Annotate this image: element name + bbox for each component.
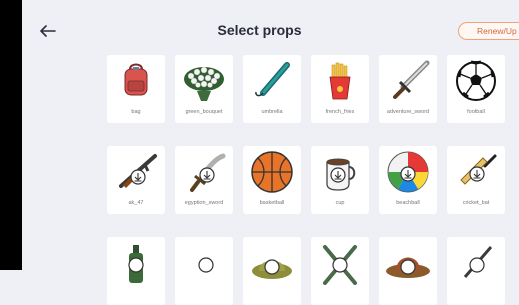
prop-card-cup[interactable]: cup bbox=[311, 146, 369, 214]
prop-card[interactable] bbox=[175, 237, 233, 305]
prop-card-adventure-sword[interactable]: adventure_sword bbox=[379, 55, 437, 123]
basketball-icon bbox=[251, 151, 293, 193]
prop-label: green_bouquet bbox=[185, 109, 223, 115]
prop-label: ak_47 bbox=[128, 200, 144, 206]
renew-button[interactable]: Renew/Up bbox=[458, 22, 519, 40]
prop-card-ak-47[interactable]: ak_47 bbox=[107, 146, 165, 214]
prop-card-basketball[interactable]: basketball bbox=[243, 146, 301, 214]
prop-label: umbrella bbox=[261, 109, 283, 115]
hat-icon bbox=[252, 259, 292, 279]
prop-card-hat[interactable] bbox=[243, 237, 301, 305]
prop-label: beachball bbox=[396, 200, 420, 206]
egyptian-sword-icon bbox=[190, 153, 226, 192]
prop-icon bbox=[463, 246, 493, 278]
prop-card[interactable] bbox=[447, 237, 505, 305]
bottle-icon bbox=[128, 245, 144, 283]
prop-card-crossed-swords[interactable] bbox=[311, 237, 369, 305]
prop-label: cup bbox=[335, 200, 345, 206]
prop-card-bottle[interactable] bbox=[107, 237, 165, 305]
prop-label: basketball bbox=[259, 200, 285, 206]
bouquet-icon bbox=[184, 66, 224, 101]
left-edge-bar bbox=[0, 0, 22, 270]
sword-icon bbox=[393, 60, 430, 99]
prop-label: football bbox=[467, 109, 485, 115]
football-icon bbox=[456, 60, 496, 101]
rifle-icon bbox=[119, 154, 157, 188]
cup-icon bbox=[326, 158, 356, 191]
bag-icon bbox=[124, 63, 148, 96]
prop-card-egyption-sword[interactable]: egyption_sword bbox=[175, 146, 233, 214]
beachball-icon bbox=[387, 151, 429, 193]
prop-card-cowboy-hat[interactable] bbox=[379, 237, 437, 305]
prop-card-football[interactable]: football bbox=[447, 55, 505, 123]
cowboy-hat-icon bbox=[386, 257, 430, 278]
fries-icon bbox=[329, 62, 351, 100]
prop-card-beachball[interactable]: beachball bbox=[379, 146, 437, 214]
prop-icon bbox=[198, 257, 214, 273]
prop-card-green-bouquet[interactable]: green_bouquet bbox=[175, 55, 233, 123]
prop-label: egyption_sword bbox=[184, 200, 224, 206]
page-title: Select props bbox=[217, 22, 302, 38]
prop-label: french_fries bbox=[325, 109, 355, 115]
prop-card-french-fries[interactable]: french_fries bbox=[311, 55, 369, 123]
prop-label: adventure_sword bbox=[386, 109, 430, 115]
umbrella-icon bbox=[255, 62, 290, 97]
prop-card-bag[interactable]: bag bbox=[107, 55, 165, 123]
prop-card-umbrella[interactable]: umbrella bbox=[243, 55, 301, 123]
prop-card-cricket-bat[interactable]: cricket_bat bbox=[447, 146, 505, 214]
prop-label: bag bbox=[131, 109, 141, 115]
crossed-swords-icon bbox=[323, 245, 357, 285]
prop-label: cricket_bat bbox=[462, 200, 490, 206]
cricket-bat-icon bbox=[460, 154, 497, 185]
